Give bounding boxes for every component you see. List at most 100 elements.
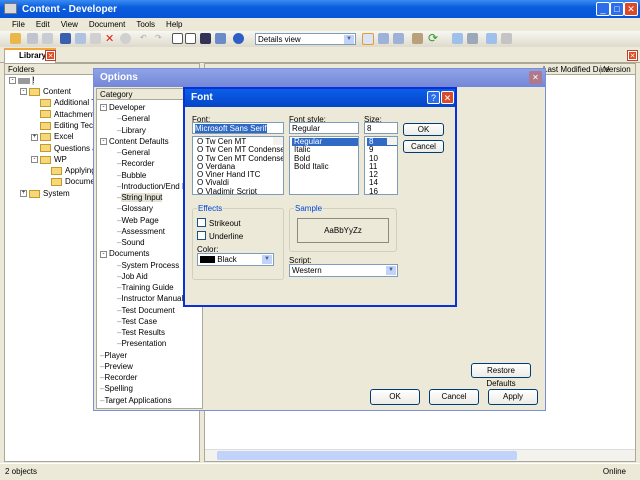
expand-toggle-icon[interactable]: -	[20, 88, 27, 96]
script-select[interactable]: Western ▼	[289, 264, 398, 277]
underline-checkbox[interactable]	[197, 231, 206, 240]
strikeout-checkbox[interactable]	[197, 218, 206, 227]
spellcheck-icon[interactable]	[215, 33, 226, 44]
color-select[interactable]: Black ▼	[197, 253, 274, 266]
collapse-icon[interactable]	[185, 33, 196, 44]
scrollbar-thumb[interactable]	[217, 451, 517, 460]
options-ok-button[interactable]: OK	[370, 389, 420, 405]
menu-view[interactable]: View	[61, 20, 78, 31]
help-icon[interactable]	[233, 33, 244, 44]
menu-file[interactable]: File	[12, 20, 25, 31]
expand-toggle-icon[interactable]: -	[100, 250, 107, 258]
size-list-scrollbar[interactable]	[387, 137, 397, 146]
font-input[interactable]: Microsoft Sans Serif	[192, 122, 284, 134]
undo-icon[interactable]: ↶	[140, 33, 147, 42]
category-item[interactable]: –Spelling	[100, 383, 133, 394]
category-item[interactable]: –Presentation	[117, 338, 166, 349]
category-item[interactable]: –Target Applications	[100, 395, 172, 406]
folder-item[interactable]: + Excel	[31, 131, 74, 142]
menu-edit[interactable]: Edit	[36, 20, 50, 31]
category-item[interactable]: –Training Guide	[117, 282, 174, 293]
expand-toggle-icon[interactable]: -	[31, 156, 38, 164]
help-button[interactable]: ?	[427, 91, 440, 104]
close-tab-icon[interactable]: ✕	[45, 50, 56, 61]
category-item[interactable]: - Developer	[100, 102, 145, 113]
category-item[interactable]: –Job Aid	[117, 271, 148, 282]
folder-item[interactable]: Attachments	[31, 109, 98, 120]
properties-icon[interactable]	[120, 33, 131, 44]
split-horizontal-icon[interactable]	[378, 33, 389, 44]
category-item[interactable]: –Recorder	[100, 372, 137, 383]
expand-toggle-icon[interactable]: -	[100, 104, 107, 112]
category-item[interactable]: –Bubble	[117, 170, 146, 181]
category-item[interactable]: –Library	[117, 125, 146, 136]
redo-icon[interactable]: ↷	[155, 33, 162, 42]
category-item[interactable]: –Glossary	[117, 203, 153, 214]
horizontal-scrollbar[interactable]	[205, 449, 635, 461]
options-close-icon[interactable]: ✕	[529, 71, 542, 84]
import-icon[interactable]	[486, 33, 497, 44]
check-in-icon[interactable]	[452, 33, 463, 44]
expand-icon[interactable]	[172, 33, 183, 44]
category-item[interactable]: –General	[117, 113, 150, 124]
minimize-button[interactable]: _	[596, 2, 610, 16]
options-cancel-button[interactable]: Cancel	[429, 389, 479, 405]
restore-defaults-button[interactable]: Restore Defaults	[471, 363, 531, 388]
close-pane-icon[interactable]: ✕	[627, 50, 638, 61]
category-item[interactable]: –Web Page	[117, 215, 159, 226]
category-item[interactable]: –System Process	[117, 260, 179, 271]
category-item[interactable]: –Instructor Manual	[117, 293, 183, 304]
style-option[interactable]: Bold Italic	[292, 162, 358, 171]
font-cancel-button[interactable]: Cancel	[403, 140, 444, 153]
cut-icon[interactable]	[60, 33, 71, 44]
options-apply-button[interactable]: Apply	[488, 389, 538, 405]
view-select[interactable]: Details view ▼	[255, 33, 356, 45]
folder-item[interactable]: - WP	[31, 154, 67, 165]
category-item[interactable]: –String Input	[117, 192, 163, 203]
category-item[interactable]: –Test Document	[117, 305, 175, 316]
category-item[interactable]: –Test Results	[117, 327, 165, 338]
folder-item[interactable]: - Content	[20, 86, 71, 97]
menu-help[interactable]: Help	[166, 20, 182, 31]
details-view-icon[interactable]	[362, 33, 374, 45]
expand-toggle-icon[interactable]: +	[31, 133, 38, 141]
folder-item[interactable]: + System	[20, 188, 70, 199]
category-item[interactable]: –Recorder	[117, 158, 154, 169]
category-item[interactable]: –Preview	[100, 361, 133, 372]
check-out-icon[interactable]	[467, 33, 478, 44]
category-item[interactable]: –Sound	[117, 237, 145, 248]
delete-icon[interactable]: ✕	[105, 32, 114, 45]
size-option[interactable]: 16	[367, 187, 397, 194]
print-icon[interactable]	[42, 33, 53, 44]
menu-tools[interactable]: Tools	[136, 20, 155, 31]
save-icon[interactable]	[27, 33, 38, 44]
lock-icon[interactable]	[501, 33, 512, 44]
copy-icon[interactable]	[75, 33, 86, 44]
font-style-input[interactable]: Regular	[289, 122, 359, 134]
category-item[interactable]: - Documents	[100, 248, 149, 259]
category-item[interactable]: –Player	[100, 350, 127, 361]
font-ok-button[interactable]: OK	[403, 123, 444, 136]
open-icon[interactable]	[10, 33, 21, 44]
maximize-button[interactable]: □	[610, 2, 624, 16]
size-list[interactable]: 8 9 10 11 12 14 16	[364, 136, 398, 195]
split-vertical-icon[interactable]	[393, 33, 404, 44]
paste-icon[interactable]	[90, 33, 101, 44]
publish-icon[interactable]	[412, 33, 423, 44]
category-item[interactable]: –Assessment	[117, 226, 165, 237]
expand-toggle-icon[interactable]: +	[20, 190, 27, 198]
category-item[interactable]: –Test Case	[117, 316, 157, 327]
close-button[interactable]: ✕	[624, 2, 638, 16]
find-icon[interactable]	[200, 33, 211, 44]
font-close-button[interactable]: ✕	[441, 91, 454, 104]
font-option[interactable]: O Vladimir Script	[195, 187, 283, 194]
font-list[interactable]: O Tw Cen MT O Tw Cen MT Condensed O Tw Cen…	[192, 136, 284, 195]
menu-document[interactable]: Document	[89, 20, 125, 31]
size-input[interactable]: 8	[364, 122, 398, 134]
column-header-version[interactable]: Version	[600, 65, 631, 74]
font-list-scrollbar[interactable]	[273, 137, 283, 146]
category-item[interactable]: –General	[117, 147, 150, 158]
folder-root[interactable]: - !	[9, 75, 35, 86]
refresh-icon[interactable]: ⟳	[428, 31, 438, 45]
expand-toggle-icon[interactable]: -	[100, 138, 107, 146]
